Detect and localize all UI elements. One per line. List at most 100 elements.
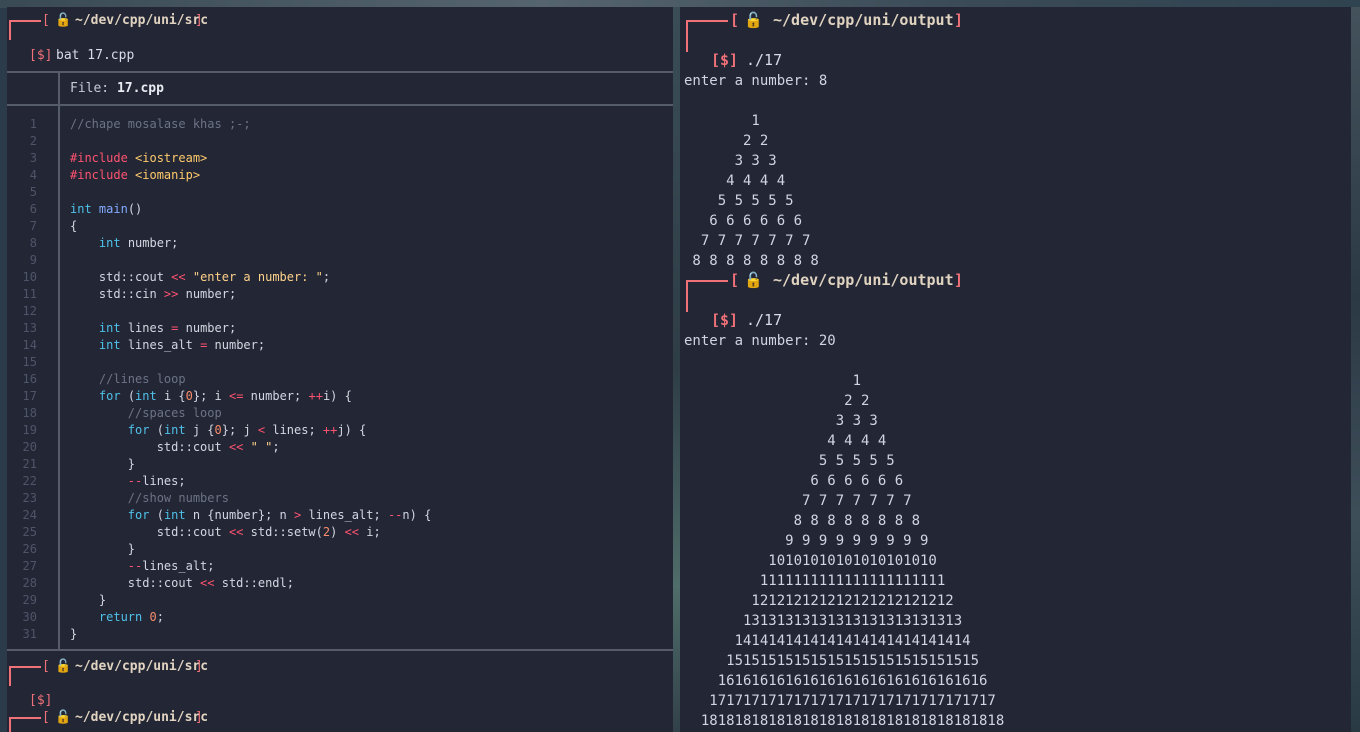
code-line: 5	[7, 184, 673, 201]
output-line: 7 7 7 7 7 7 7	[684, 233, 811, 249]
code-text: return 0;	[98, 610, 164, 624]
output-line: 151515151515151515151515151515	[684, 653, 980, 669]
code-line: 19 for (int j {0}; j < lines; ++j) {	[7, 422, 673, 439]
code-text: int number;	[98, 236, 179, 250]
lock-icon: 🔓	[744, 271, 763, 289]
code-text: {	[70, 219, 78, 233]
line-number: 4	[29, 168, 37, 182]
terminal-right[interactable]: [ 🔓 ~/dev/cpp/uni/output ] [$] ./17 ente…	[680, 7, 1351, 732]
code-text: }	[70, 457, 136, 471]
line-number: 7	[29, 219, 37, 233]
code-text: int main()	[70, 202, 143, 216]
program-output: 1 2 2 3 3 3 4 4 4 4 5 5 5 5 5 6 6 6 6 6 …	[684, 371, 1004, 731]
code-text: std::cout << std::setw(2) << i;	[70, 525, 381, 539]
code-line: 2	[7, 133, 673, 150]
line-number: 12	[22, 304, 37, 318]
code-text: for (int i {0}; i <= number; ++i) {	[98, 389, 352, 403]
code-line: 31}	[7, 626, 673, 643]
file-header: File: 17.cpp	[70, 81, 164, 96]
code-text: std::cout << std::endl;	[70, 576, 294, 590]
output-line: 121212121212121212121212	[684, 593, 954, 609]
code-line: 22 --lines;	[7, 473, 673, 490]
line-number: 1	[29, 117, 37, 131]
line-number: 17	[22, 389, 37, 403]
output-line: 5 5 5 5 5	[684, 193, 794, 209]
output-line: 8 8 8 8 8 8 8 8	[684, 253, 819, 269]
output-line: 3 3 3	[684, 153, 777, 169]
lock-icon: 🔓	[55, 710, 72, 725]
prompt-symbol: [$]	[29, 693, 53, 708]
code-line: 20 std::cout << " ";	[7, 439, 673, 456]
lock-icon: 🔓	[55, 659, 72, 674]
line-number: 25	[22, 525, 37, 539]
line-number: 8	[29, 236, 37, 250]
code-line: 25 std::cout << std::setw(2) << i;	[7, 524, 673, 541]
output-line: 9 9 9 9 9 9 9 9 9	[684, 533, 929, 549]
code-line: 15	[7, 354, 673, 371]
output-line: 4 4 4 4	[684, 173, 786, 189]
program-prompt: enter a number: 8	[684, 73, 828, 89]
line-number: 28	[22, 576, 37, 590]
code-line: 26 }	[7, 541, 673, 558]
prompt-command: ./17	[746, 51, 783, 69]
output-line: 6 6 6 6 6 6	[684, 473, 904, 489]
code-line: 1 //chape mosalase khas ;-;	[7, 116, 673, 133]
code-text: }	[70, 542, 136, 556]
line-number: 31	[22, 627, 37, 641]
output-line: 8 8 8 8 8 8 8 8	[684, 513, 921, 529]
code-line: 7{	[7, 218, 673, 235]
output-line: 1414141414141414141414141414	[684, 633, 971, 649]
code-line: 30 return 0;	[7, 609, 673, 626]
prompt-path: ~/dev/cpp/uni/src	[75, 13, 209, 28]
program-output: 1 2 2 3 3 3 4 4 4 4 5 5 5 5 5 6 6 6 6 6 …	[684, 111, 819, 271]
program-prompt: enter a number: 20	[684, 333, 836, 349]
prompt-command: ./17	[746, 311, 783, 329]
code-view[interactable]: 1 //chape mosalase khas ;-; 2 3 #include <io…	[7, 116, 673, 643]
code-text: int lines_alt = number;	[98, 338, 266, 352]
code-line: 29 }	[7, 592, 673, 609]
output-line: 181818181818181818181818181818181818	[684, 713, 1005, 729]
line-number: 13	[22, 321, 37, 335]
code-line: 6 int main()	[7, 201, 673, 218]
line-number: 15	[22, 355, 37, 369]
line-number: 14	[22, 338, 37, 352]
output-line: 10101010101010101010	[684, 553, 937, 569]
code-text: #include <iostream>	[70, 151, 208, 165]
file-name: 17.cpp	[116, 81, 164, 96]
prompt-symbol: [$]	[711, 51, 739, 69]
line-number: 27	[22, 559, 37, 573]
terminal-left[interactable]: [ 🔓 ~/dev/cpp/uni/src ] [$] bat 17.cpp F…	[7, 7, 673, 732]
output-line: 1111111111111111111111	[684, 573, 946, 589]
code-line: 17 for (int i {0}; i <= number; ++i) {	[7, 388, 673, 405]
code-text: //chape mosalase khas ;-;	[70, 117, 251, 131]
code-line: 8 int number;	[7, 235, 673, 252]
code-text: //lines loop	[70, 372, 186, 386]
code-text: std::cout << "enter a number: ";	[70, 270, 331, 284]
output-line: 4 4 4 4	[684, 433, 887, 449]
line-number: 24	[22, 508, 37, 522]
code-text: std::cin >> number;	[70, 287, 237, 301]
line-number: 9	[29, 253, 37, 267]
line-number: 18	[22, 406, 37, 420]
prompt-path: ~/dev/cpp/uni/src	[75, 659, 209, 674]
code-line: 12	[7, 303, 673, 320]
window-gap	[673, 7, 680, 732]
code-text: }	[70, 627, 78, 641]
output-line: 1	[684, 373, 862, 389]
line-number: 6	[29, 202, 37, 216]
output-line: 16161616161616161616161616161616	[684, 673, 988, 689]
output-line: 7 7 7 7 7 7 7	[684, 493, 912, 509]
line-number: 19	[22, 423, 37, 437]
line-number: 3	[29, 151, 37, 165]
line-number: 16	[22, 372, 37, 386]
code-text: int lines = number;	[98, 321, 237, 335]
lock-icon: 🔓	[55, 13, 72, 28]
line-number: 30	[22, 610, 37, 624]
prompt-path: ~/dev/cpp/uni/output	[773, 11, 954, 29]
code-line: 14 int lines_alt = number;	[7, 337, 673, 354]
line-number: 10	[22, 270, 37, 284]
line-number: 11	[22, 287, 37, 301]
output-line: 1	[684, 113, 760, 129]
code-line: 13 int lines = number;	[7, 320, 673, 337]
line-number: 29	[22, 593, 37, 607]
